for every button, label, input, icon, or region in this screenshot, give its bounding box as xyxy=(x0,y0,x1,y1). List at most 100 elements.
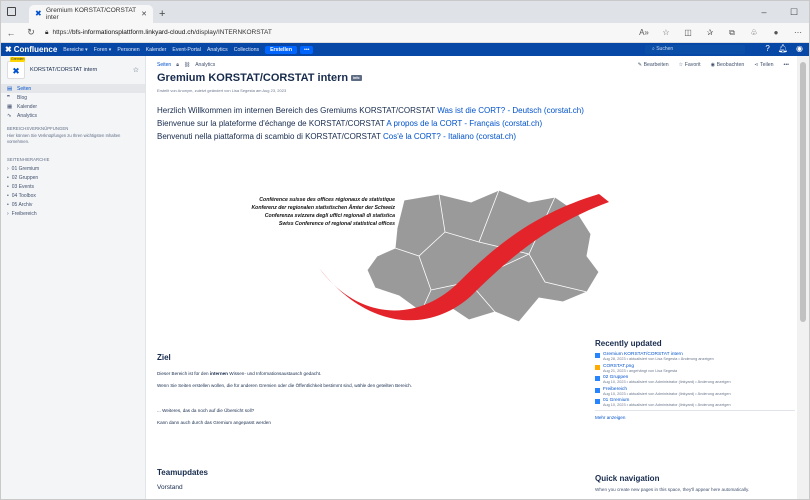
read-aloud-icon[interactable]: A» xyxy=(633,28,655,38)
attachments-icon[interactable]: ⛓ xyxy=(184,62,190,68)
link-cort-de[interactable]: Was ist die CORT? - Deutsch (corstat.ch) xyxy=(437,106,584,115)
welcome-de: Herzlich Willkommen im internen Bereich … xyxy=(157,104,584,117)
profile-icon[interactable]: ● xyxy=(765,28,787,38)
image-icon xyxy=(595,364,600,370)
nav-bereiche[interactable]: Bereiche ▾ xyxy=(63,47,88,53)
favorites-icon[interactable]: ✰ xyxy=(699,28,721,38)
star-icon[interactable]: ☆ xyxy=(133,66,139,74)
browser-tab[interactable]: ✖ Gremium KORSTAT/CORSTAT inter ✕ xyxy=(29,5,153,23)
page-icon xyxy=(595,399,600,404)
nav-analytics[interactable]: Analytics xyxy=(207,47,228,53)
analytics-icon: ∿ xyxy=(7,112,12,119)
search-placeholder: Suchen xyxy=(656,46,674,52)
tree-item-freibereich[interactable]: › Freibereich xyxy=(1,209,145,218)
logo-line-fr: Conférence suisse des offices régionaux … xyxy=(259,197,395,203)
scrollbar-thumb[interactable] xyxy=(800,62,806,322)
sidebar-item-seiten[interactable]: ▤ Seiten xyxy=(1,84,145,93)
url-host: bfs-informationsplattform.linkyard-cloud… xyxy=(71,29,195,36)
share-button[interactable]: ⋖ Teilen xyxy=(754,62,773,68)
tree-item-02-gruppen[interactable]: • 02 Gruppen xyxy=(1,173,145,182)
space-sidebar: Gremien ✖ KORSTAT/CORSTAT intern ☆ ▤ Seite… xyxy=(1,56,146,499)
tree-item-label: 04 Toolbox xyxy=(11,192,36,199)
minimize-icon[interactable]: – xyxy=(749,7,779,17)
url-field[interactable]: 🔒︎ https://bfs-informationsplattform.lin… xyxy=(45,29,272,37)
recent-item-meta: Aug 28, 2023 • aktualisiert von Lisa Seg… xyxy=(603,357,714,361)
breadcrumb-analytics[interactable]: Analytics xyxy=(195,62,215,68)
recent-item-meta: Aug 10, 2023 • aktualisiert von Administ… xyxy=(603,391,731,396)
tab-actions-icon[interactable] xyxy=(7,7,16,16)
nav-personen[interactable]: Personen xyxy=(117,47,139,53)
logo-line-en: Swiss Conference of regional statistical… xyxy=(278,221,395,227)
ziel-p1-bold: internen xyxy=(209,371,228,376)
notifications-icon[interactable]: 🔔︎ xyxy=(778,44,788,53)
tree-item-05-archiv[interactable]: • 05 Archiv xyxy=(1,200,145,209)
page-scrollbar[interactable] xyxy=(797,56,809,499)
favorite-star-icon[interactable]: ☆ xyxy=(655,28,677,38)
url-prefix: https:// xyxy=(52,29,72,36)
space-links-text: Hier können Sie Verknüpfungen zu Ihren w… xyxy=(7,133,121,144)
page-title-text: Gremium KORSTAT/CORSTAT intern xyxy=(157,72,349,84)
tree-item-04-toolbox[interactable]: • 04 Toolbox xyxy=(1,191,145,200)
confluence-logo-icon: ✖ xyxy=(5,45,12,54)
create-button[interactable]: Erstellen xyxy=(265,45,297,54)
share-label: Teilen xyxy=(759,62,774,68)
extensions-icon[interactable]: ♧ xyxy=(743,28,765,38)
nav-event-portal[interactable]: Event-Portal xyxy=(172,47,201,53)
sidebar-item-blog[interactable]: ❞ Blog xyxy=(1,93,145,102)
collections-icon[interactable]: ⧉ xyxy=(721,28,743,38)
pages-icon: ▤ xyxy=(7,85,13,92)
tree-item-03-events[interactable]: • 03 Events xyxy=(1,182,145,191)
nav-collections[interactable]: Collections xyxy=(234,47,259,53)
url-path: /display/INTERNKORSTAT xyxy=(194,29,272,36)
create-more-button[interactable]: ••• xyxy=(300,45,314,54)
help-icon[interactable]: ? xyxy=(765,44,769,53)
tab-title: Gremium KORSTAT/CORSTAT inter xyxy=(45,7,137,21)
recently-updated-heading: Recently updated xyxy=(595,339,662,348)
tree-item-label: 05 Archiv xyxy=(11,201,33,208)
expand-icon[interactable]: › xyxy=(7,211,9,217)
welcome-it-text: Benvenuti nella piattaforma di scambio d… xyxy=(157,132,384,141)
space-header[interactable]: Gremien ✖ KORSTAT/CORSTAT intern ☆ xyxy=(1,56,145,84)
confluence-logo[interactable]: ✖ Confluence xyxy=(5,45,57,54)
breadcrumb-seiten[interactable]: Seiten xyxy=(157,62,171,68)
browser-menu-icon[interactable]: ⋯ xyxy=(787,28,809,38)
link-cort-it[interactable]: Cos'è la CORT? - Italiano (corstat.ch) xyxy=(383,132,516,141)
recent-item: 02 Gruppen Aug 10, 2023 • aktualisiert vo… xyxy=(595,375,795,384)
watch-button[interactable]: ◉ Beobachten xyxy=(711,62,745,68)
browser-window: ✖ Gremium KORSTAT/CORSTAT inter ✕ + – ☐ … xyxy=(0,0,810,500)
show-more-link[interactable]: Mehr anzeigen xyxy=(595,410,795,420)
welcome-text: Herzlich Willkommen im internen Bereich … xyxy=(157,104,584,143)
space-logo-icon: Gremien ✖ xyxy=(7,57,26,79)
search-input[interactable]: ⌕ Suchen xyxy=(645,45,745,54)
maximize-icon[interactable]: ☐ xyxy=(779,7,809,18)
team-subheading: Vorstand xyxy=(157,484,183,491)
restrictions-icon[interactable]: 🔒︎ xyxy=(176,62,179,68)
user-avatar[interactable]: ◉ xyxy=(796,44,803,53)
recently-updated-panel: Recently updated Gremium KORSTAT/CORSTAT… xyxy=(595,339,795,420)
edit-button[interactable]: ✎ Bearbeiten xyxy=(638,62,669,68)
expand-icon[interactable]: › xyxy=(7,166,9,172)
tab-bar: ✖ Gremium KORSTAT/CORSTAT inter ✕ + – ☐ xyxy=(1,1,809,23)
sidebar-item-analytics[interactable]: ∿ Analytics xyxy=(1,111,145,120)
space-name: KORSTAT/CORSTAT intern xyxy=(30,67,98,73)
favorite-button[interactable]: ☆ Favorit xyxy=(679,62,701,68)
sidebar-item-kalender[interactable]: ▦ Kalender xyxy=(1,102,145,111)
split-screen-icon[interactable]: ◫ xyxy=(677,28,699,38)
sidebar-item-label: Seiten xyxy=(17,85,32,92)
back-icon[interactable]: ← xyxy=(1,28,21,38)
more-actions-button[interactable]: ••• xyxy=(784,62,789,68)
nav-kalender[interactable]: Kalender xyxy=(146,47,167,53)
page-title-tag: info xyxy=(351,75,362,81)
recent-item: 01 Gremium Aug 10, 2023 • aktualisiert vo… xyxy=(595,398,795,407)
close-tab-icon[interactable]: ✕ xyxy=(141,10,147,18)
logo-text: Conférence suisse des offices régionaux … xyxy=(199,196,395,228)
tree-item-01-gremium[interactable]: › 01 Gremium xyxy=(1,164,145,173)
link-cort-fr[interactable]: A propos de la CORT - Français (corstat.… xyxy=(386,119,542,128)
welcome-fr-text: Bienvenue sur la plateforme d'échange de… xyxy=(157,119,387,128)
new-tab-icon[interactable]: + xyxy=(159,5,165,23)
page-tree-header: SEITENHIERARCHIE xyxy=(7,157,50,162)
brand-name: Confluence xyxy=(13,45,58,54)
nav-foren[interactable]: Foren ▾ xyxy=(94,47,112,53)
recent-item: CORSTAT.png Aug 21, 2023 • angehängt von … xyxy=(595,364,795,373)
reload-icon[interactable]: ↻ xyxy=(21,27,41,38)
